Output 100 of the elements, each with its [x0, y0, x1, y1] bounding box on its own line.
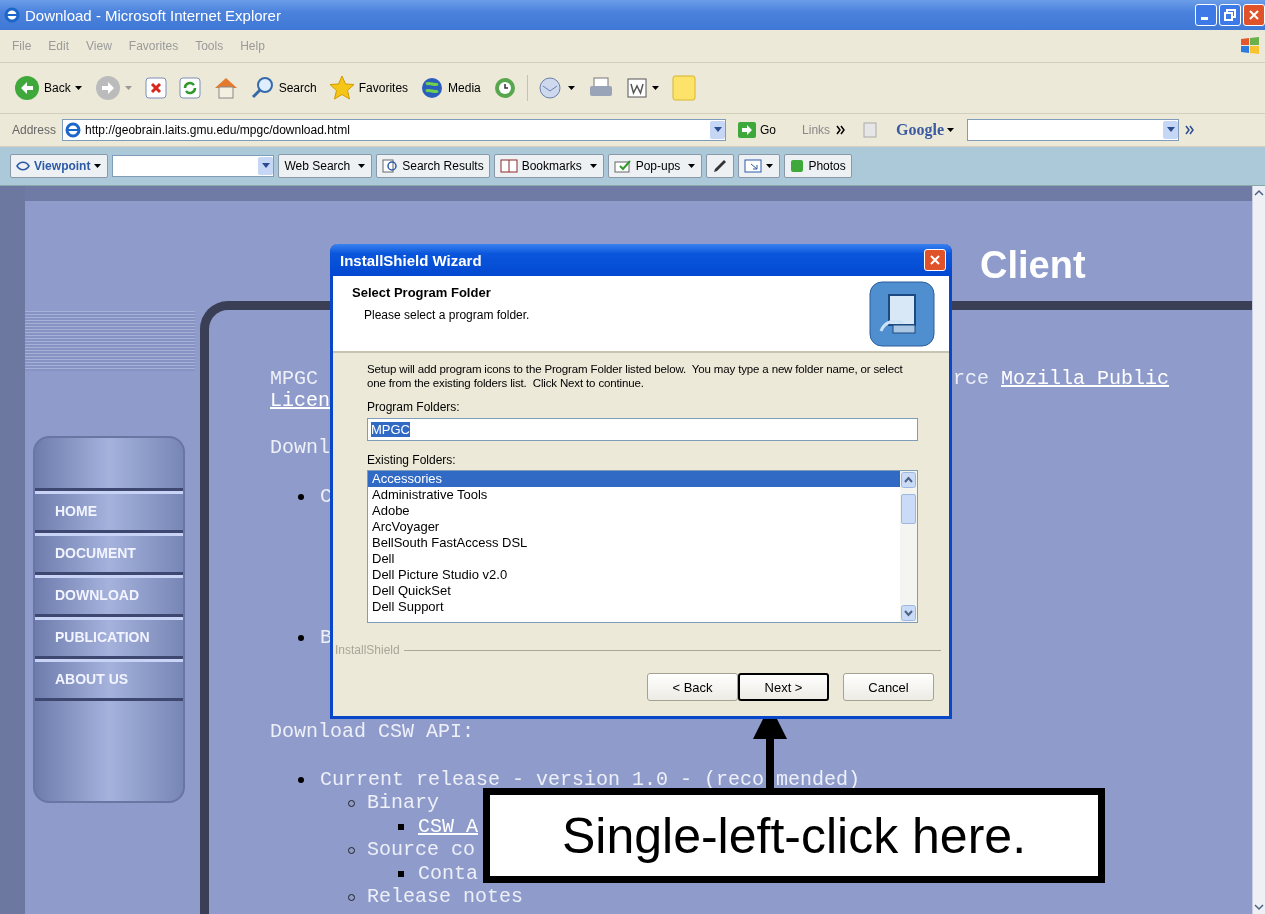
- caret-icon: [947, 127, 956, 133]
- list-item-text: Conta: [418, 862, 478, 885]
- scrollbar[interactable]: [1252, 186, 1265, 914]
- stop-button[interactable]: [142, 77, 169, 99]
- field-label: Program Folders:: [367, 400, 461, 414]
- viewpoint-button[interactable]: Viewpoint: [10, 154, 109, 178]
- list-item-text: Current release - version 1.0 - (reco: [320, 768, 765, 791]
- search-field[interactable]: [112, 155, 275, 177]
- list-item[interactable]: Dell Support: [368, 599, 900, 615]
- photo-icon: [790, 159, 805, 173]
- close-icon: [1249, 10, 1259, 20]
- window-button[interactable]: [738, 154, 781, 178]
- document-w-icon: [625, 77, 648, 99]
- chevron-icon[interactable]: [836, 125, 847, 135]
- scroll-thumb[interactable]: [901, 494, 916, 524]
- maximize-button[interactable]: [1219, 4, 1241, 26]
- scroll-up-icon[interactable]: [901, 472, 916, 488]
- checked-window-icon: [613, 159, 632, 173]
- caret-icon: [94, 163, 103, 169]
- dialog-description: Setup will add program icons to the Program Folder listed below. You may type a new folder name, or select one from the existing folders list. Click Next to continue.: [367, 362, 904, 390]
- media-button[interactable]: Media: [418, 76, 483, 100]
- star-icon: [328, 75, 355, 101]
- search-button[interactable]: Search: [248, 76, 319, 100]
- close-icon: [930, 255, 940, 265]
- refresh-button[interactable]: [176, 77, 203, 99]
- google-search-field[interactable]: [967, 119, 1180, 141]
- bullet-icon: [298, 493, 304, 500]
- caret-icon: [261, 163, 270, 169]
- pencil-icon: [712, 158, 729, 174]
- list-item[interactable]: BellSouth FastAccess DSL: [368, 535, 900, 551]
- go-button[interactable]: Go: [732, 121, 783, 139]
- toolbar-button[interactable]: Pop-ups: [607, 154, 703, 178]
- search-icon: [250, 76, 275, 100]
- browser-logo-icon: [4, 7, 20, 23]
- bullet-icon: [298, 635, 304, 642]
- book-icon: [499, 159, 518, 173]
- minimize-button[interactable]: [1195, 4, 1217, 26]
- dialog-title: InstallShield Wizard: [340, 251, 483, 269]
- scroll-down-icon[interactable]: [901, 605, 916, 621]
- sticky-note-icon: [671, 75, 696, 101]
- close-button[interactable]: [924, 249, 946, 271]
- caret-icon: [688, 163, 697, 169]
- dialog-button[interactable]: Cancel: [843, 673, 934, 701]
- list-item-text: Release notes: [367, 886, 524, 909]
- list-item[interactable]: Dell Picture Studio v2.0: [368, 567, 900, 583]
- caret-icon: [713, 127, 722, 133]
- page-text: MPGC: [270, 368, 318, 390]
- dialog-button[interactable]: < Back: [647, 673, 738, 701]
- list-item-text: Source co: [367, 839, 476, 862]
- back-button[interactable]: Back: [12, 75, 85, 101]
- list-item[interactable]: Dell: [368, 551, 900, 567]
- dropdown-button[interactable]: [710, 121, 726, 139]
- page-search-icon: [382, 159, 399, 173]
- page-heading: Client: [980, 244, 1086, 286]
- field-label: Existing Folders:: [367, 453, 457, 467]
- stop-icon: [144, 77, 167, 99]
- input-field[interactable]: MPGC: [367, 418, 918, 441]
- toolbar-button[interactable]: Photos: [784, 154, 852, 178]
- pencil-button[interactable]: [706, 154, 735, 178]
- dialog-subheading: Please select a program folder.: [363, 308, 530, 322]
- caret-icon: [358, 163, 367, 169]
- close-button[interactable]: [1243, 4, 1265, 26]
- bullet-icon: [398, 823, 404, 830]
- toolbar-button[interactable]: Search Results: [376, 154, 490, 178]
- mail-icon: [537, 77, 564, 99]
- favorites-button[interactable]: Favorites: [326, 75, 411, 101]
- instruction-callout: Single-left-click here.: [483, 788, 1105, 883]
- dialog-heading: Select Program Folder: [352, 285, 492, 300]
- list-item-text: Binary: [367, 792, 439, 815]
- page-text: rce: [953, 367, 989, 390]
- caret-icon: [567, 85, 576, 91]
- list-item[interactable]: Adobe: [368, 503, 900, 519]
- eye-icon: [16, 160, 30, 172]
- caret-icon: [651, 85, 660, 91]
- caret-icon: [124, 85, 133, 91]
- caret-icon: [1166, 127, 1175, 133]
- scrollbar[interactable]: [900, 471, 917, 622]
- restore-icon: [1224, 9, 1236, 21]
- toolbar-button[interactable]: Bookmarks: [493, 154, 604, 178]
- caret-icon: [589, 163, 598, 169]
- page-text: C: [320, 485, 332, 508]
- clock-icon: [492, 76, 517, 100]
- chevron-icon[interactable]: [1185, 125, 1196, 135]
- page-globe-icon: [65, 122, 82, 138]
- list-item[interactable]: Administrative Tools: [368, 487, 900, 503]
- toolbar-button[interactable]: Web Search: [278, 154, 373, 178]
- google-menu-button[interactable]: Google: [890, 120, 962, 140]
- windows-flag-icon: [1239, 36, 1261, 56]
- list-item-text: mended): [776, 768, 861, 791]
- list-item[interactable]: ArcVoyager: [368, 519, 900, 535]
- address-label: Address: [12, 123, 57, 137]
- list-item[interactable]: Dell QuickSet: [368, 583, 900, 599]
- caret-icon: [74, 85, 83, 91]
- window-title: Download - Microsoft Internet Explorer: [25, 6, 282, 24]
- dialog-button[interactable]: Next >: [738, 673, 829, 701]
- bullet-icon: [398, 870, 404, 877]
- bullet-icon: [298, 776, 304, 783]
- computer-icon: [869, 280, 935, 347]
- address-field[interactable]: http://geobrain.laits.gmu.edu/mpgc/download.html: [62, 119, 727, 141]
- list-item[interactable]: Accessories: [368, 471, 900, 487]
